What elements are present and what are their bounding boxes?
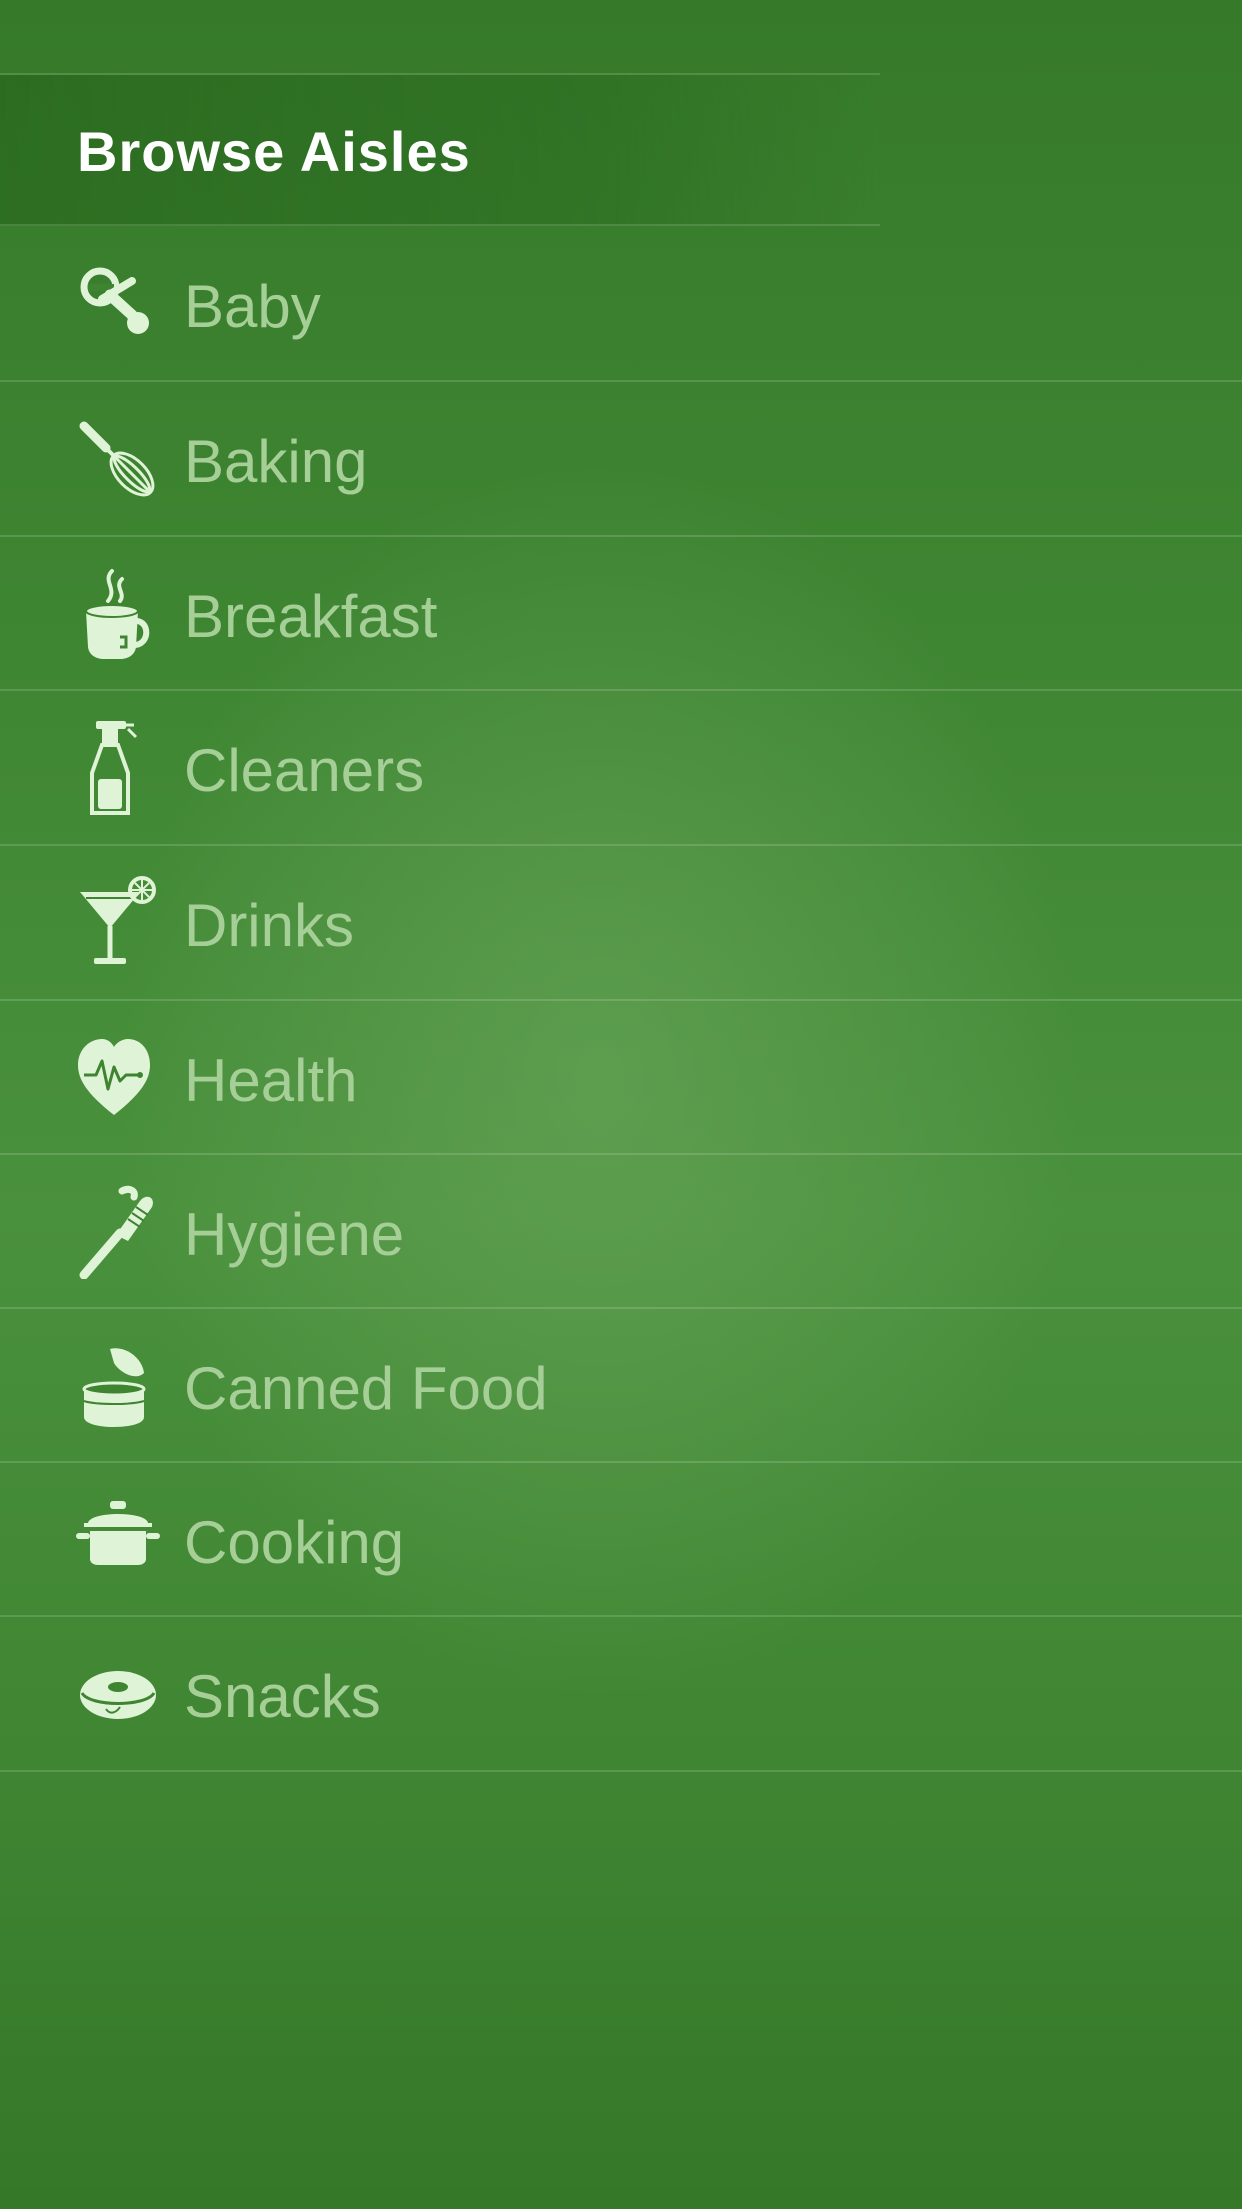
aisle-item-canned-food[interactable]: Canned Food xyxy=(0,1309,1242,1463)
cooking-pot-icon xyxy=(76,1493,160,1587)
aisle-label: Snacks xyxy=(184,1663,381,1730)
aisle-label: Cleaners xyxy=(184,737,425,804)
aisle-item-snacks[interactable]: Snacks xyxy=(0,1617,1242,1772)
aisle-item-health[interactable]: Health xyxy=(0,1001,1242,1155)
aisle-item-baby[interactable]: Baby xyxy=(0,227,1242,382)
aisle-item-drinks[interactable]: Drinks xyxy=(0,846,1242,1001)
menu-header: Browse Aisles xyxy=(0,75,880,226)
heart-pulse-icon xyxy=(76,1031,160,1125)
page-title: Browse Aisles xyxy=(77,120,471,183)
aisle-label: Baby xyxy=(184,273,321,340)
whisk-icon xyxy=(76,412,160,506)
coffee-cup-icon xyxy=(76,567,160,661)
aisle-label: Cooking xyxy=(184,1509,405,1576)
aisle-menu: Browse Aisles Baby Baking Breakfast Clea… xyxy=(0,0,1242,1778)
aisle-list: Baby Baking Breakfast Cleaners Drinks He… xyxy=(0,227,1242,1772)
toothbrush-icon xyxy=(76,1185,160,1279)
spray-bottle-icon xyxy=(76,721,160,815)
donut-icon xyxy=(76,1647,160,1741)
aisle-item-cleaners[interactable]: Cleaners xyxy=(0,691,1242,846)
aisle-item-baking[interactable]: Baking xyxy=(0,382,1242,537)
aisle-label: Hygiene xyxy=(184,1201,405,1268)
pacifier-icon xyxy=(76,257,160,351)
aisle-item-cooking[interactable]: Cooking xyxy=(0,1463,1242,1617)
aisle-label: Breakfast xyxy=(184,583,438,650)
aisle-label: Health xyxy=(184,1047,358,1114)
aisle-item-hygiene[interactable]: Hygiene xyxy=(0,1155,1242,1309)
aisle-label: Baking xyxy=(184,428,368,495)
aisle-label: Drinks xyxy=(184,892,355,959)
aisle-item-breakfast[interactable]: Breakfast xyxy=(0,537,1242,691)
aisle-label: Canned Food xyxy=(184,1355,548,1422)
open-can-icon xyxy=(76,1339,160,1433)
cocktail-glass-icon xyxy=(76,876,160,970)
